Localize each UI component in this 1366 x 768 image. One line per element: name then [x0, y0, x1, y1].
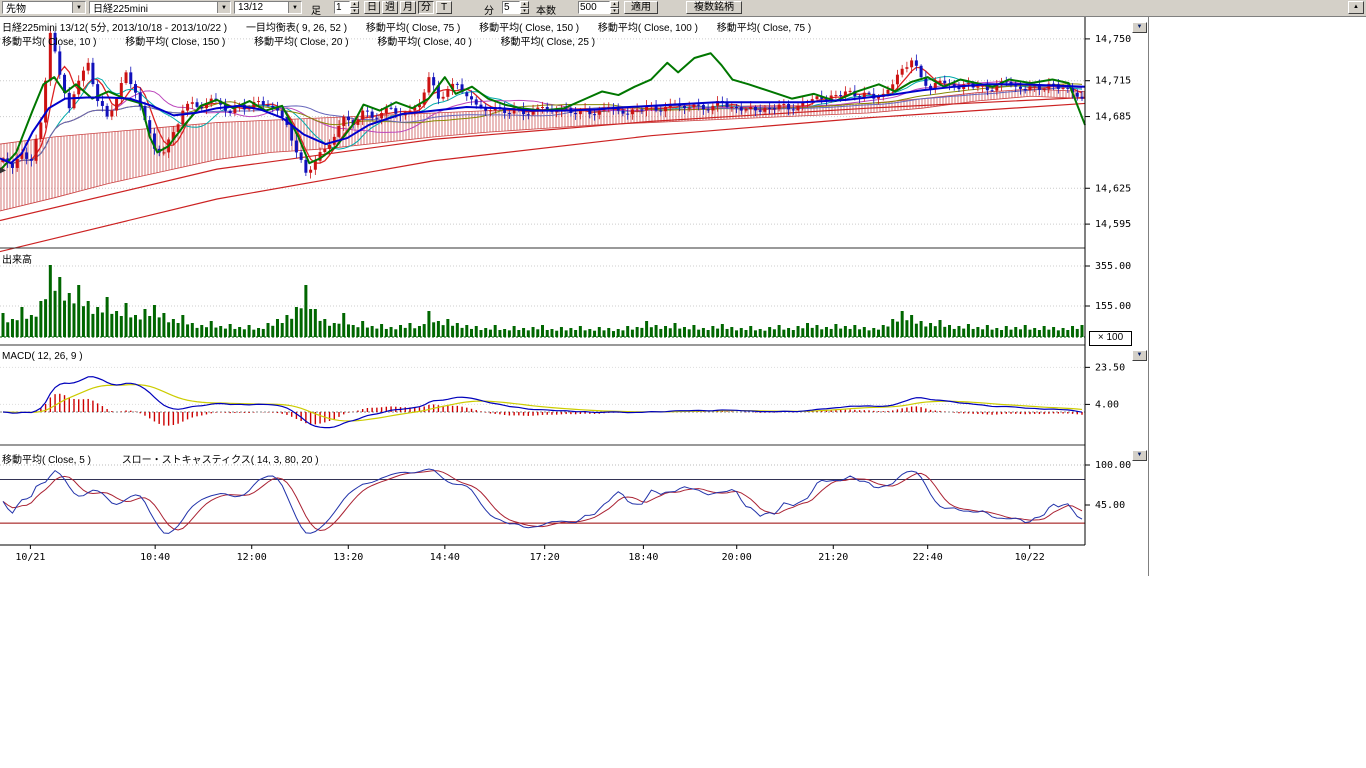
minute-stepper[interactable]: [502, 1, 530, 14]
svg-text:22:40: 22:40: [913, 552, 943, 563]
instrument-select[interactable]: 日経225mini ▼: [89, 1, 231, 14]
macd-panel-label: MACD( 12, 26, 9 ): [2, 351, 83, 362]
spin-down-icon[interactable]: [610, 8, 619, 15]
combo-arrow-icon[interactable]: ▼: [288, 2, 301, 13]
svg-text:14,715: 14,715: [1095, 76, 1131, 87]
svg-text:21:20: 21:20: [818, 552, 848, 563]
scroll-up-button[interactable]: ▲: [1348, 1, 1364, 14]
stoch-ma-label: 移動平均( Close, 5 ): [2, 455, 91, 466]
svg-text:17:20: 17:20: [530, 552, 560, 563]
combo-arrow-icon[interactable]: ▼: [217, 2, 230, 13]
svg-text:155.00: 155.00: [1095, 301, 1131, 312]
toolbar: 先物 ▼ 日経225mini ▼ 13/12 ▼ 足 日 週 月 分 T 分 本…: [0, 0, 1366, 17]
svg-text:45.00: 45.00: [1095, 500, 1125, 511]
contract-month-select[interactable]: 13/12 ▼: [234, 1, 302, 14]
stochastics-panel[interactable]: [0, 465, 1085, 533]
combo-arrow-icon[interactable]: ▼: [72, 2, 85, 13]
volume-panel[interactable]: [0, 265, 1085, 337]
legend-item: 移動平均( Close, 25 ): [501, 37, 595, 48]
period-tick-button[interactable]: T: [436, 1, 452, 14]
interval-stepper[interactable]: [334, 1, 360, 14]
period-month-button[interactable]: 月: [400, 1, 416, 14]
stochastics-panel-menu-button[interactable]: ▼: [1132, 450, 1147, 461]
svg-text:23.50: 23.50: [1095, 362, 1125, 373]
volume-panel-label: 出来高: [2, 251, 32, 266]
interval-spin-buttons[interactable]: [350, 1, 359, 14]
svg-text:10/21: 10/21: [15, 552, 45, 563]
legend-item: 移動平均( Close, 75 ): [717, 23, 811, 34]
bars-count-label: 本数: [536, 2, 556, 17]
contract-month-value: 13/12: [235, 2, 288, 13]
instrument-type-value: 先物: [3, 0, 72, 15]
svg-text:13:20: 13:20: [333, 552, 363, 563]
right-frame-divider: [1148, 0, 1149, 576]
svg-text:355.00: 355.00: [1095, 261, 1131, 272]
svg-text:18:40: 18:40: [628, 552, 658, 563]
price-panel[interactable]: [0, 27, 1085, 251]
svg-text:14,750: 14,750: [1095, 34, 1131, 45]
macd-panel[interactable]: [0, 367, 1085, 427]
bars-spin-buttons[interactable]: [610, 1, 619, 14]
trading-app: { "icons": { "combo_arrow": "▼", "dropdo…: [0, 0, 1366, 768]
legend-item: 移動平均( Close, 40 ): [377, 37, 471, 48]
svg-text:10/22: 10/22: [1015, 552, 1045, 563]
svg-text:100.00: 100.00: [1095, 460, 1131, 471]
bars-input[interactable]: [578, 1, 610, 14]
svg-text:14:40: 14:40: [430, 552, 460, 563]
price-panel-menu-button[interactable]: ▼: [1132, 22, 1147, 33]
legend-item: 移動平均( Close, 150 ): [125, 37, 225, 48]
instrument-value: 日経225mini: [90, 0, 217, 15]
volume-multiplier-badge: × 100: [1089, 331, 1132, 346]
legend-row-2: 移動平均( Close, 10 ) 移動平均( Close, 150 ) 移動平…: [2, 33, 611, 48]
spin-down-icon[interactable]: [520, 8, 529, 15]
apply-button[interactable]: 適用: [624, 1, 658, 14]
chart-canvas[interactable]: 14,750 14,715 14,685 14,625 14,595 355.00 155.…: [0, 15, 1160, 573]
minute-input[interactable]: [502, 1, 520, 14]
interval-input[interactable]: [334, 1, 350, 14]
minute-unit-label: 分: [484, 2, 494, 17]
period-week-button[interactable]: 週: [382, 1, 398, 14]
legend-row-1: 日経225mini 13/12( 5分, 2013/10/18 - 2013/1…: [2, 19, 827, 34]
svg-text:4.00: 4.00: [1095, 399, 1119, 410]
svg-text:10:40: 10:40: [140, 552, 170, 563]
minute-spin-buttons[interactable]: [520, 1, 529, 14]
svg-text:12:00: 12:00: [237, 552, 267, 563]
spin-down-icon[interactable]: [350, 8, 359, 15]
stochastics-panel-label: 移動平均( Close, 5 ) スロー・ストキャスティクス( 14, 3, 8…: [2, 451, 347, 466]
instrument-type-select[interactable]: 先物 ▼: [2, 1, 86, 14]
svg-text:14,685: 14,685: [1095, 112, 1131, 123]
svg-text:20:00: 20:00: [722, 552, 752, 563]
period-minute-button[interactable]: 分: [418, 1, 434, 14]
period-day-button[interactable]: 日: [364, 1, 380, 14]
svg-text:14,625: 14,625: [1095, 183, 1131, 194]
bars-stepper[interactable]: [578, 1, 620, 14]
multi-symbol-button[interactable]: 複数銘柄: [686, 1, 742, 14]
legend-item: 移動平均( Close, 20 ): [254, 37, 348, 48]
macd-panel-menu-button[interactable]: ▼: [1132, 350, 1147, 361]
legend-item: 移動平均( Close, 10 ): [2, 37, 96, 48]
svg-text:14,595: 14,595: [1095, 219, 1131, 230]
bar-type-label: 足: [311, 2, 321, 17]
chart-area[interactable]: 14,750 14,715 14,685 14,625 14,595 355.00 155.…: [0, 15, 1160, 573]
stoch-label: スロー・ストキャスティクス( 14, 3, 80, 20 ): [122, 455, 319, 466]
legend-item: 移動平均( Close, 100 ): [598, 23, 698, 34]
